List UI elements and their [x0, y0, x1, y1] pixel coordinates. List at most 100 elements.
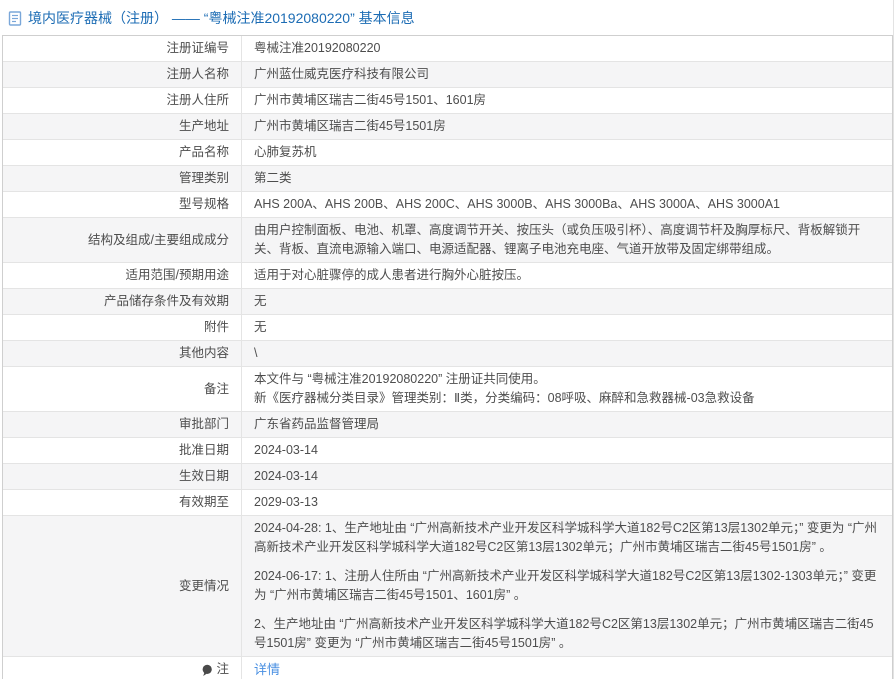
row-label: 管理类别 [3, 166, 242, 191]
page: 境内医疗器械（注册） —— “粤械注准20192080220” 基本信息 注册证… [0, 0, 895, 679]
row-value: 粤械注准20192080220 [242, 36, 892, 61]
row-label: 适用范围/预期用途 [3, 263, 242, 288]
row-label: 有效期至 [3, 490, 242, 515]
row-value: 2024-04-28: 1、生产地址由 “广州高新技术产业开发区科学城科学大道1… [242, 516, 892, 656]
row-value-line: AHS 200A、AHS 200B、AHS 200C、AHS 3000B、AHS… [254, 195, 878, 214]
row-label-text: 附件 [204, 318, 229, 337]
row-value: 2024-03-14 [242, 438, 892, 463]
row-label-text: 结构及组成/主要组成成分 [88, 231, 229, 250]
row-value: \ [242, 341, 892, 366]
row-value-line: 2、生产地址由 “广州高新技术产业开发区科学城科学大道182号C2区第13层13… [254, 615, 878, 653]
row-label-text: 批准日期 [179, 441, 229, 460]
row-label: 产品名称 [3, 140, 242, 165]
row-value-line: 无 [254, 318, 878, 337]
row-value-line: 广州市黄埔区瑞吉二街45号1501房 [254, 117, 878, 136]
table-row: 注册人名称 广州蓝仕威克医疗科技有限公司 [3, 61, 892, 87]
table-row: 有效期至 2029-03-13 [3, 489, 892, 515]
table-row: 注 详情 [3, 656, 892, 679]
row-label-text: 注册证编号 [166, 39, 229, 58]
row-value-line: 新《医疗器械分类目录》管理类别：Ⅱ类，分类编码：08呼吸、麻醉和急救器械-03急… [254, 389, 878, 408]
row-label-text: 其他内容 [179, 344, 229, 363]
row-value-line: 无 [254, 292, 878, 311]
row-value-line: 第二类 [254, 169, 878, 188]
row-label-text: 型号规格 [179, 195, 229, 214]
row-label: 结构及组成/主要组成成分 [3, 218, 242, 262]
table-row: 生效日期 2024-03-14 [3, 463, 892, 489]
row-label-text: 注册人名称 [166, 65, 229, 84]
row-value: 广东省药品监督管理局 [242, 412, 892, 437]
row-value-line: 由用户控制面板、电池、机罩、高度调节开关、按压头（或负压吸引杯）、高度调节杆及胸… [254, 221, 878, 259]
row-label-text: 备注 [204, 380, 229, 399]
row-value: AHS 200A、AHS 200B、AHS 200C、AHS 3000B、AHS… [242, 192, 892, 217]
row-label: 生产地址 [3, 114, 242, 139]
row-label-text: 变更情况 [179, 577, 229, 596]
page-edge-divider [893, 0, 894, 679]
table-row: 注册人住所 广州市黄埔区瑞吉二街45号1501、1601房 [3, 87, 892, 113]
row-value: 广州蓝仕威克医疗科技有限公司 [242, 62, 892, 87]
row-label-text: 注册人住所 [166, 91, 229, 110]
row-value-line: 2024-03-14 [254, 467, 878, 486]
row-value-line: 广东省药品监督管理局 [254, 415, 878, 434]
row-value: 广州市黄埔区瑞吉二街45号1501、1601房 [242, 88, 892, 113]
row-label: 注册人住所 [3, 88, 242, 113]
row-label-text: 生效日期 [179, 467, 229, 486]
table-row: 变更情况 2024-04-28: 1、生产地址由 “广州高新技术产业开发区科学城… [3, 515, 892, 656]
table-row: 注册证编号 粤械注准20192080220 [3, 36, 892, 61]
info-table: 注册证编号 粤械注准20192080220 注册人名称 广州蓝仕威克医疗科技有限… [2, 35, 893, 679]
row-label-text: 有效期至 [179, 493, 229, 512]
row-value: 本文件与 “粤械注准20192080220” 注册证共同使用。新《医疗器械分类目… [242, 367, 892, 411]
row-value: 广州市黄埔区瑞吉二街45号1501房 [242, 114, 892, 139]
row-label-text: 生产地址 [179, 117, 229, 136]
row-label: 生效日期 [3, 464, 242, 489]
table-row: 批准日期 2024-03-14 [3, 437, 892, 463]
table-row: 产品名称 心肺复苏机 [3, 139, 892, 165]
row-label: 注册人名称 [3, 62, 242, 87]
row-value-line: 2024-03-14 [254, 441, 878, 460]
row-value-line: 适用于对心脏骤停的成人患者进行胸外心脏按压。 [254, 266, 878, 285]
row-value-line: \ [254, 344, 878, 363]
row-label: 产品储存条件及有效期 [3, 289, 242, 314]
row-label-text: 审批部门 [179, 415, 229, 434]
row-value: 由用户控制面板、电池、机罩、高度调节开关、按压头（或负压吸引杯）、高度调节杆及胸… [242, 218, 892, 262]
row-value: 2024-03-14 [242, 464, 892, 489]
row-label: 备注 [3, 367, 242, 411]
page-title: 境内医疗器械（注册） —— “粤械注准20192080220” 基本信息 [28, 9, 415, 27]
row-label-text: 产品名称 [179, 143, 229, 162]
row-value-line: 2024-04-28: 1、生产地址由 “广州高新技术产业开发区科学城科学大道1… [254, 519, 878, 557]
table-row: 附件 无 [3, 314, 892, 340]
row-label: 其他内容 [3, 341, 242, 366]
row-label-text: 产品储存条件及有效期 [104, 292, 229, 311]
row-value-line: 2029-03-13 [254, 493, 878, 512]
row-label: 变更情况 [3, 516, 242, 656]
row-label-text: 管理类别 [179, 169, 229, 188]
row-value-line: 心肺复苏机 [254, 143, 878, 162]
note-icon [201, 664, 213, 677]
table-row: 生产地址 广州市黄埔区瑞吉二街45号1501房 [3, 113, 892, 139]
document-icon [8, 11, 22, 26]
row-label: 附件 [3, 315, 242, 340]
row-label-text: 适用范围/预期用途 [126, 266, 229, 285]
row-label: 审批部门 [3, 412, 242, 437]
row-value: 第二类 [242, 166, 892, 191]
table-row: 审批部门 广东省药品监督管理局 [3, 411, 892, 437]
row-label-text: 注 [216, 660, 229, 679]
row-value-line: 广州蓝仕威克医疗科技有限公司 [254, 65, 878, 84]
row-label: 注 [3, 657, 242, 679]
row-value: 无 [242, 289, 892, 314]
detail-link[interactable]: 详情 [254, 660, 878, 679]
row-value: 心肺复苏机 [242, 140, 892, 165]
table-row: 其他内容 \ [3, 340, 892, 366]
row-value-line: 广州市黄埔区瑞吉二街45号1501、1601房 [254, 91, 878, 110]
row-value: 详情 [242, 657, 892, 679]
row-label: 型号规格 [3, 192, 242, 217]
table-row: 适用范围/预期用途 适用于对心脏骤停的成人患者进行胸外心脏按压。 [3, 262, 892, 288]
table-row: 管理类别 第二类 [3, 165, 892, 191]
row-label: 批准日期 [3, 438, 242, 463]
row-value-line: 2024-06-17: 1、注册人住所由 “广州高新技术产业开发区科学城科学大道… [254, 567, 878, 605]
table-row: 产品储存条件及有效期 无 [3, 288, 892, 314]
row-value-line: 本文件与 “粤械注准20192080220” 注册证共同使用。 [254, 370, 878, 389]
table-row: 型号规格 AHS 200A、AHS 200B、AHS 200C、AHS 3000… [3, 191, 892, 217]
row-value: 2029-03-13 [242, 490, 892, 515]
page-header: 境内医疗器械（注册） —— “粤械注准20192080220” 基本信息 [0, 0, 895, 35]
table-row: 结构及组成/主要组成成分 由用户控制面板、电池、机罩、高度调节开关、按压头（或负… [3, 217, 892, 262]
